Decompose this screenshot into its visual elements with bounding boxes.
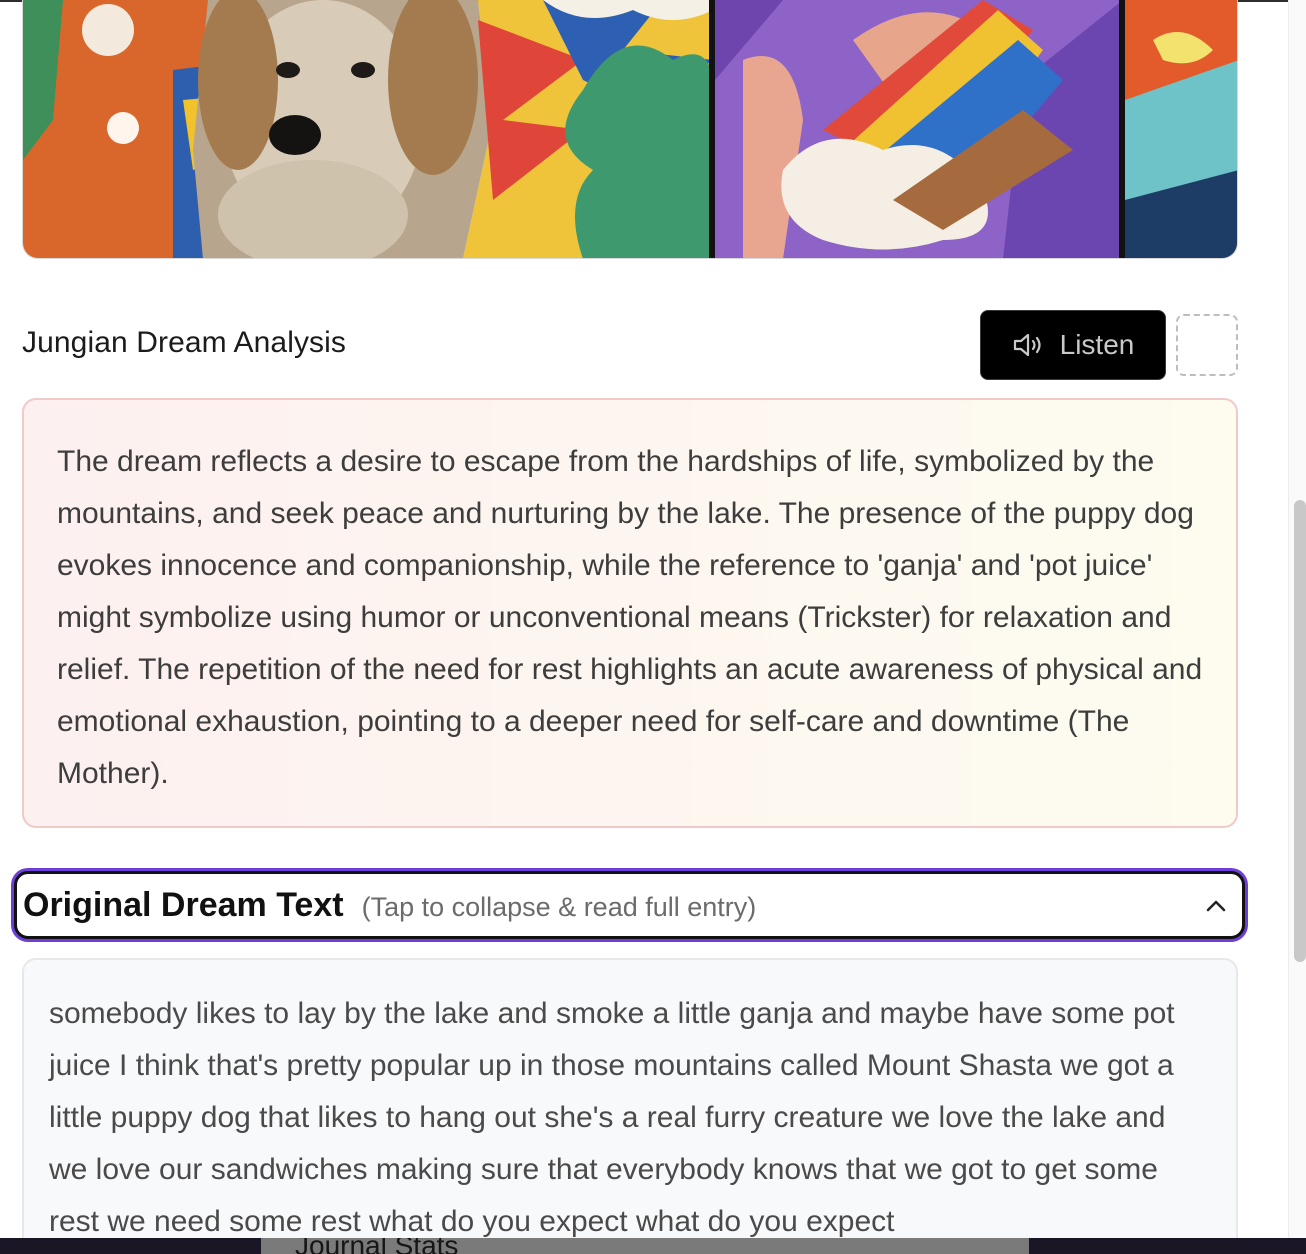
listen-label: Listen [1059, 329, 1135, 360]
analysis-heading: Jungian Dream Analysis [22, 326, 347, 359]
analysis-body: The dream reflects a desire to escape fr… [57, 445, 1203, 790]
dream-comic-image [22, 0, 1238, 259]
scrollbar-thumb[interactable] [1294, 500, 1306, 962]
original-dream-panel: somebody likes to lay by the lake and sm… [22, 958, 1238, 1254]
speaker-icon [1012, 330, 1046, 360]
analysis-text-panel: The dream reflects a desire to escape fr… [22, 398, 1238, 828]
journal-stats-label: Journal Stats [295, 1238, 459, 1254]
original-dream-body: somebody likes to lay by the lake and sm… [49, 997, 1175, 1238]
chevron-up-icon [1204, 894, 1228, 918]
placeholder-action-button[interactable] [1176, 314, 1238, 376]
collapse-hint: (Tap to collapse & read full entry) [361, 891, 757, 922]
original-dream-toggle[interactable]: Original Dream Text (Tap to collapse & r… [14, 871, 1245, 939]
original-dream-title: Original Dream Text [23, 885, 344, 924]
listen-button[interactable]: Listen [980, 310, 1166, 380]
journal-stats-tab[interactable]: Journal Stats [261, 1238, 1029, 1254]
